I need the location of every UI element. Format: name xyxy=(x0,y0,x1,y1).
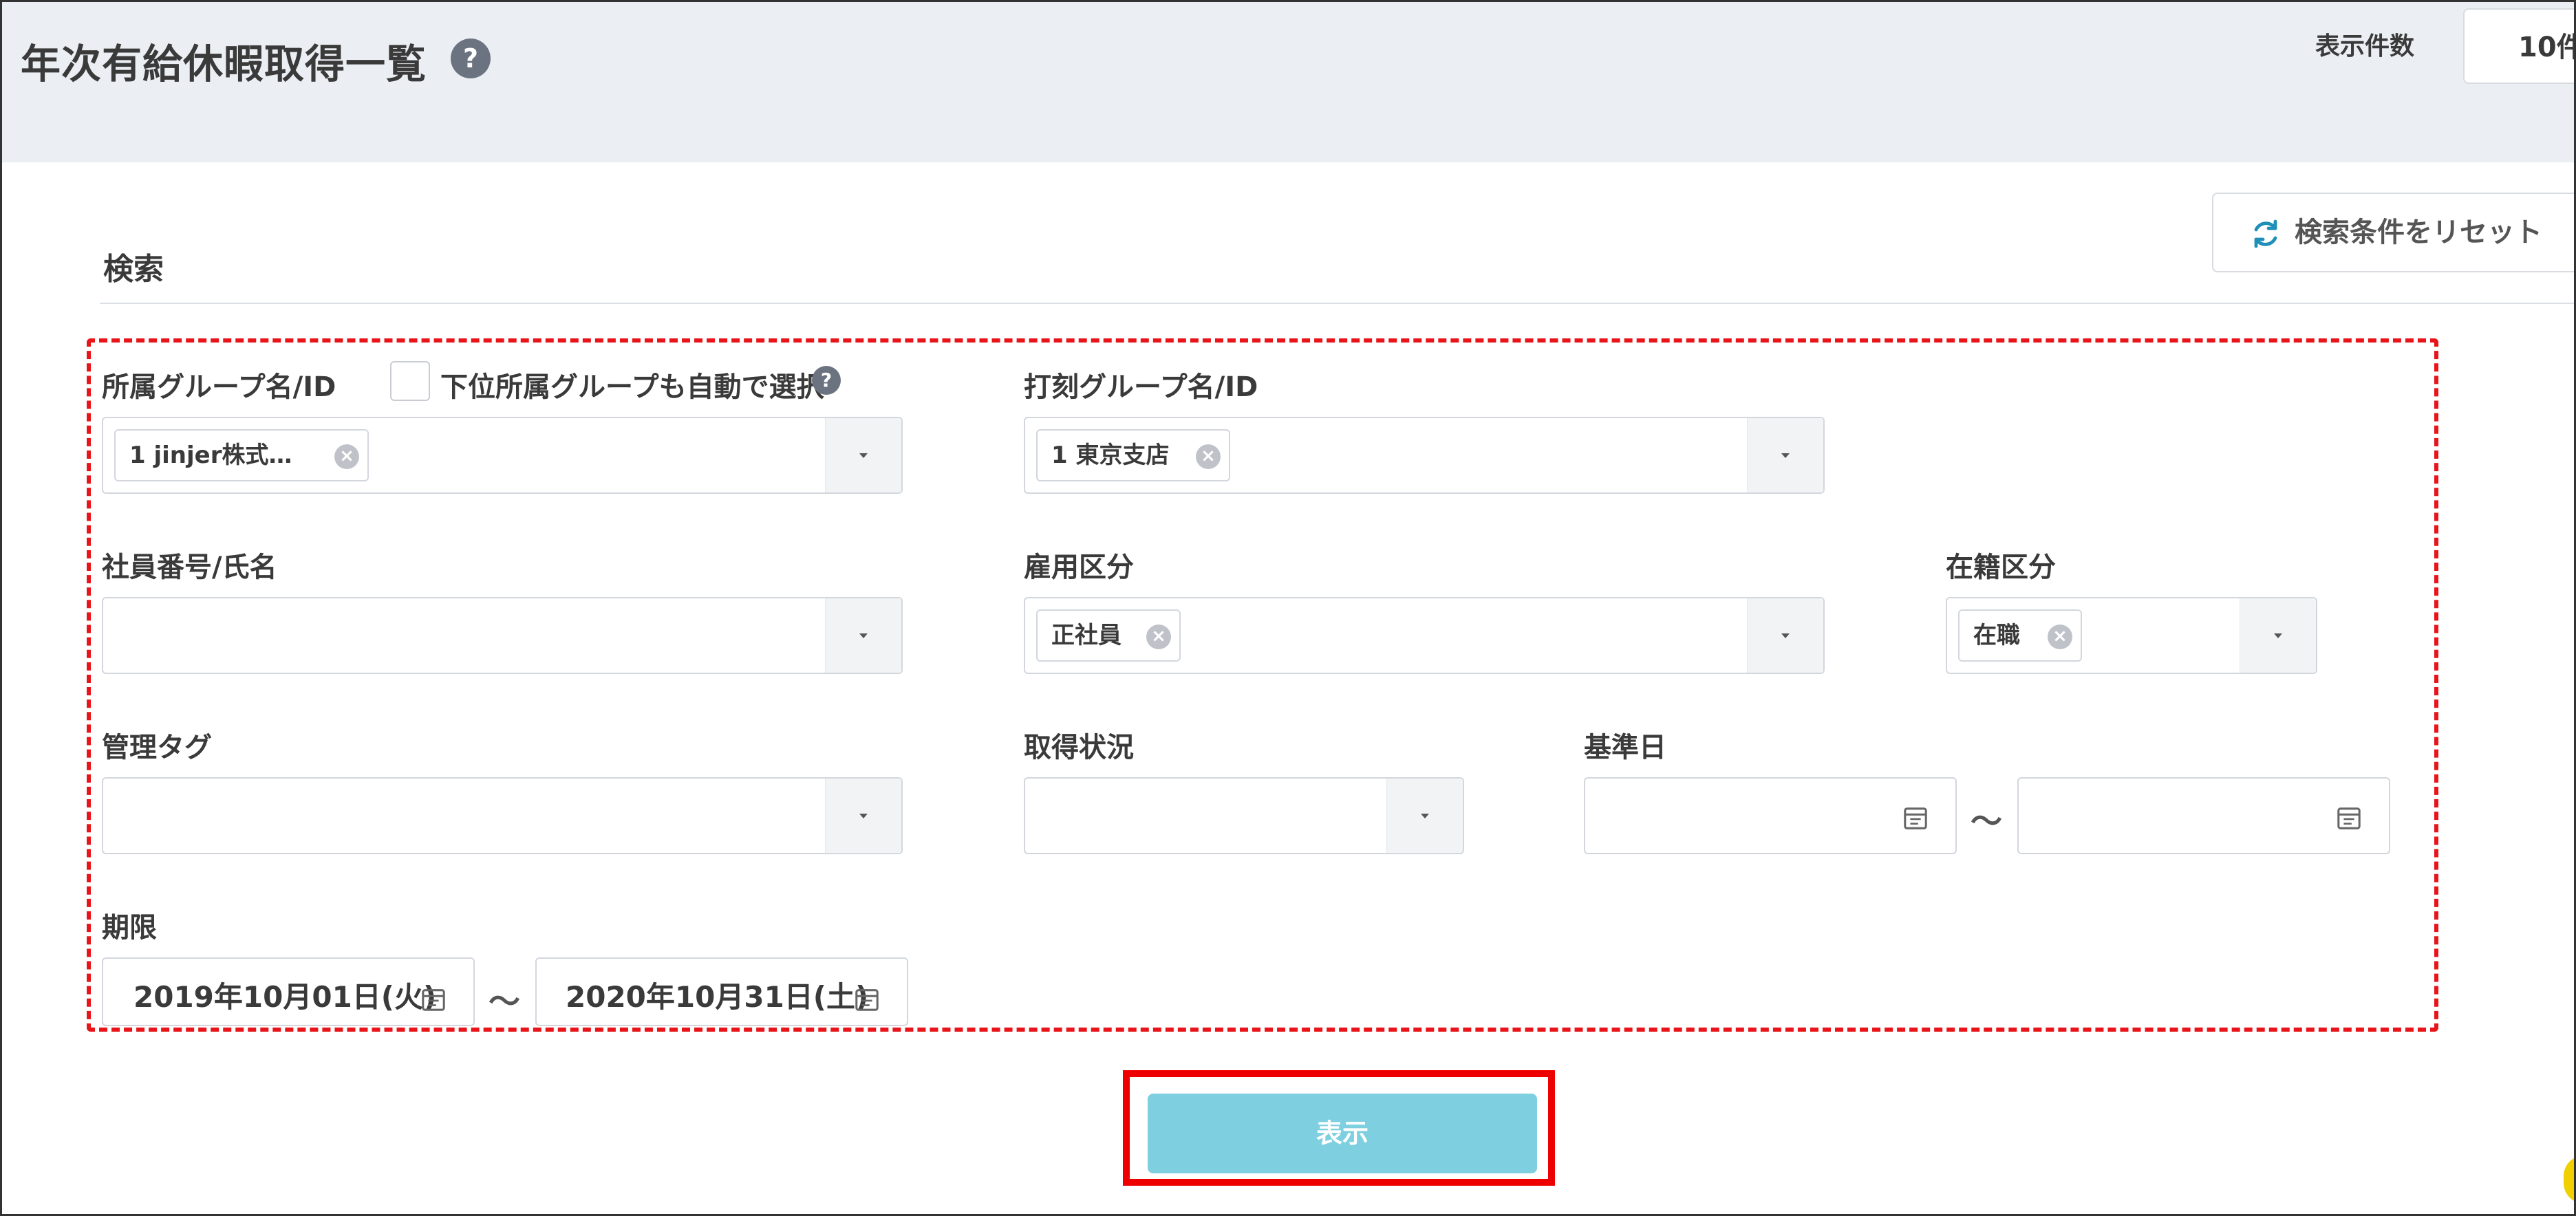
auto-select-checkbox[interactable] xyxy=(390,361,430,401)
tag-label: 管理タグ xyxy=(102,732,212,763)
employee-select[interactable] xyxy=(102,597,903,674)
show-button[interactable]: 表示 xyxy=(1148,1094,1537,1173)
deadline-from-value: 2019年10月01日(火) xyxy=(133,980,437,1014)
dropdown-arrow-icon[interactable] xyxy=(825,598,901,673)
base-date-from-input[interactable] xyxy=(1584,777,1957,854)
affiliation-chip: 1 jinjer株式… × xyxy=(114,429,369,481)
status-label: 取得状況 xyxy=(1024,732,1134,763)
status-select[interactable] xyxy=(1024,777,1464,854)
dropdown-arrow-icon[interactable] xyxy=(825,418,901,492)
dropdown-arrow-icon[interactable] xyxy=(825,779,901,853)
affiliation-select[interactable]: 1 jinjer株式… × xyxy=(102,417,903,494)
date-range-separator: ～ xyxy=(1971,803,2002,840)
base-date-label: 基準日 xyxy=(1584,732,1666,763)
dropdown-arrow-icon[interactable] xyxy=(2240,598,2316,673)
enrollment-select[interactable]: 在職 × xyxy=(1946,597,2317,674)
reset-conditions-button[interactable]: 検索条件をリセット xyxy=(2212,193,2576,272)
chip-remove-icon[interactable]: × xyxy=(334,444,359,469)
dropdown-arrow-icon[interactable] xyxy=(1747,418,1823,492)
deadline-to-input[interactable]: 2020年10月31日(土) xyxy=(535,957,908,1026)
calendar-icon[interactable] xyxy=(420,986,447,1012)
base-date-to-input[interactable] xyxy=(2017,777,2390,854)
auto-select-label: 下位所属グループも自動で選択 xyxy=(440,371,824,403)
deadline-to-value: 2020年10月31日(土) xyxy=(566,980,869,1014)
reset-label: 検索条件をリセット xyxy=(2295,217,2542,248)
clock-group-select[interactable]: 1 東京支店 × xyxy=(1024,417,1825,494)
chip-remove-icon[interactable]: × xyxy=(1146,625,1171,649)
chip-remove-icon[interactable]: × xyxy=(1196,444,1221,469)
tag-select[interactable] xyxy=(102,777,903,854)
refresh-icon xyxy=(2254,219,2277,248)
affiliation-label: 所属グループ名/ID xyxy=(102,371,336,403)
calendar-icon[interactable] xyxy=(1902,805,1929,831)
chip-remove-icon[interactable]: × xyxy=(2048,625,2072,649)
employment-chip: 正社員 × xyxy=(1036,609,1181,662)
dropdown-arrow-icon[interactable] xyxy=(1747,598,1823,673)
date-range-separator: ～ xyxy=(489,983,520,1020)
help-icon[interactable]: ? xyxy=(812,366,841,395)
deadline-label: 期限 xyxy=(102,912,157,944)
enrollment-chip-label: 在職 xyxy=(1973,622,2020,649)
clock-group-chip: 1 東京支店 × xyxy=(1036,429,1230,481)
display-count-label: 表示件数 xyxy=(2315,32,2415,61)
affiliation-chip-label: 1 jinjer株式… xyxy=(129,442,292,469)
clock-group-label: 打刻グループ名/ID xyxy=(1024,371,1258,403)
page-title: 年次有給休暇取得一覧 xyxy=(21,41,427,87)
calendar-icon[interactable] xyxy=(853,986,881,1012)
section-divider xyxy=(100,303,2576,304)
search-section-title: 検索 xyxy=(103,252,164,287)
dropdown-arrow-icon[interactable] xyxy=(1386,779,1463,853)
employment-label: 雇用区分 xyxy=(1024,552,1134,583)
deadline-from-input[interactable]: 2019年10月01日(火) xyxy=(102,957,475,1026)
clock-group-chip-label: 1 東京支店 xyxy=(1051,442,1170,469)
employment-select[interactable]: 正社員 × xyxy=(1024,597,1825,674)
help-icon[interactable]: ? xyxy=(451,39,491,78)
display-count-select[interactable]: 10件 xyxy=(2463,8,2576,84)
employee-label: 社員番号/氏名 xyxy=(102,552,277,583)
calendar-icon[interactable] xyxy=(2335,805,2363,831)
enrollment-label: 在籍区分 xyxy=(1946,552,2056,583)
employment-chip-label: 正社員 xyxy=(1051,622,1121,649)
enrollment-chip: 在職 × xyxy=(1958,609,2082,662)
